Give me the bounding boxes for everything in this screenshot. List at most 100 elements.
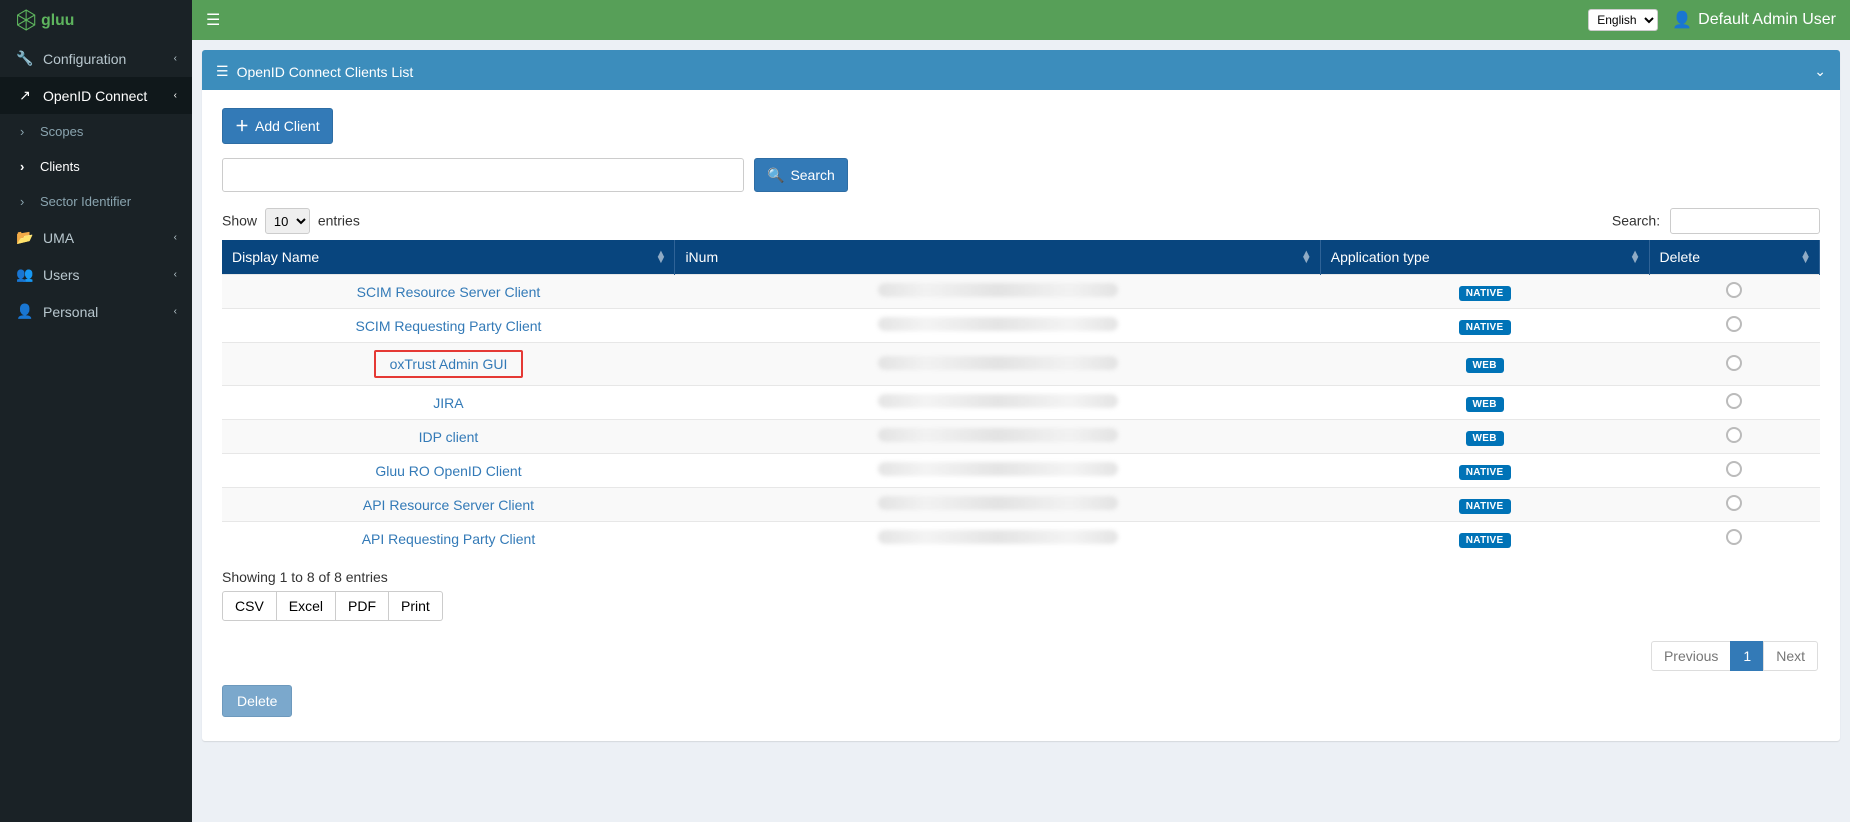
search-button[interactable]: 🔍 Search bbox=[754, 158, 848, 192]
table-filter-input[interactable] bbox=[1670, 208, 1820, 234]
delete-radio[interactable] bbox=[1726, 529, 1742, 545]
export-excel-button[interactable]: Excel bbox=[277, 591, 336, 621]
sidebar-subitem-sector-identifier[interactable]: › Sector Identifier bbox=[0, 184, 192, 219]
gluu-logo-icon: gluu bbox=[14, 7, 114, 33]
table-row: IDP client WEB bbox=[222, 420, 1820, 454]
length-select[interactable]: 10 bbox=[265, 208, 310, 234]
sidebar-item-users[interactable]: 👥 Users ‹ bbox=[0, 256, 192, 293]
table-info: Showing 1 to 8 of 8 entries bbox=[222, 569, 1820, 585]
chevron-right-icon: › bbox=[20, 194, 34, 209]
table-row: SCIM Requesting Party Client NATIVE bbox=[222, 309, 1820, 343]
logo: gluu bbox=[0, 0, 192, 40]
app-type-badge: NATIVE bbox=[1459, 533, 1511, 548]
sort-icon: ▲▼ bbox=[1800, 251, 1811, 263]
inum-redacted bbox=[878, 283, 1118, 297]
table-row: oxTrust Admin GUI WEB bbox=[222, 343, 1820, 386]
sidebar-subitem-label: Sector Identifier bbox=[40, 194, 131, 209]
paginate-previous[interactable]: Previous bbox=[1651, 641, 1731, 671]
delete-radio[interactable] bbox=[1726, 461, 1742, 477]
sidebar-item-personal[interactable]: 👤 Personal ‹ bbox=[0, 293, 192, 330]
client-link[interactable]: API Resource Server Client bbox=[363, 497, 534, 513]
menu-toggle-icon[interactable]: ☰ bbox=[206, 10, 220, 30]
table-row: API Requesting Party Client NATIVE bbox=[222, 522, 1820, 556]
sidebar-item-label: Configuration bbox=[43, 51, 126, 67]
inum-redacted bbox=[878, 356, 1118, 370]
table-row: API Resource Server Client NATIVE bbox=[222, 488, 1820, 522]
app-type-badge: WEB bbox=[1466, 431, 1504, 446]
col-header-delete[interactable]: Delete ▲▼ bbox=[1649, 240, 1819, 275]
client-link[interactable]: SCIM Resource Server Client bbox=[357, 284, 541, 300]
sidebar: gluu 🔧 Configuration ‹ ↗ OpenID Connect … bbox=[0, 0, 192, 822]
client-search-input[interactable] bbox=[222, 158, 744, 192]
user-icon: 👤 bbox=[1672, 10, 1692, 30]
delete-radio[interactable] bbox=[1726, 495, 1742, 511]
col-header-display-name[interactable]: Display Name ▲▼ bbox=[222, 240, 675, 275]
export-print-button[interactable]: Print bbox=[389, 591, 443, 621]
list-icon: ☰ bbox=[216, 63, 229, 80]
table-row: JIRA WEB bbox=[222, 386, 1820, 420]
client-link[interactable]: Gluu RO OpenID Client bbox=[375, 463, 521, 479]
sidebar-item-label: OpenID Connect bbox=[43, 88, 147, 104]
app-type-badge: NATIVE bbox=[1459, 286, 1511, 301]
topbar: ☰ English 👤 Default Admin User bbox=[192, 0, 1850, 40]
delete-radio[interactable] bbox=[1726, 393, 1742, 409]
export-csv-button[interactable]: CSV bbox=[222, 591, 277, 621]
sidebar-item-label: Users bbox=[43, 267, 80, 283]
export-pdf-button[interactable]: PDF bbox=[336, 591, 389, 621]
sidebar-item-openid-connect[interactable]: ↗ OpenID Connect ‹ bbox=[0, 77, 192, 114]
folder-open-icon: 📂 bbox=[15, 229, 35, 246]
sidebar-item-uma[interactable]: 📂 UMA ‹ bbox=[0, 219, 192, 256]
external-link-icon: ↗ bbox=[15, 87, 35, 104]
paginate-next[interactable]: Next bbox=[1763, 641, 1818, 671]
wrench-icon: 🔧 bbox=[15, 50, 35, 67]
client-link[interactable]: IDP client bbox=[419, 429, 479, 445]
sort-icon: ▲▼ bbox=[1630, 251, 1641, 263]
client-link[interactable]: API Requesting Party Client bbox=[362, 531, 536, 547]
clients-table: Display Name ▲▼ iNum ▲▼ Application type… bbox=[222, 240, 1820, 555]
sidebar-subitem-scopes[interactable]: › Scopes bbox=[0, 114, 192, 149]
table-row: Gluu RO OpenID ClientNATIVE bbox=[222, 454, 1820, 488]
add-client-button[interactable]: ＋ Add Client bbox=[222, 108, 333, 144]
chevron-left-icon: ‹ bbox=[174, 232, 177, 243]
panel-title: OpenID Connect Clients List bbox=[237, 64, 414, 80]
svg-text:gluu: gluu bbox=[41, 12, 74, 29]
app-type-badge: WEB bbox=[1466, 358, 1504, 373]
plus-icon: ＋ bbox=[235, 116, 249, 136]
sidebar-item-label: UMA bbox=[43, 230, 74, 246]
client-link[interactable]: SCIM Requesting Party Client bbox=[355, 318, 541, 334]
clients-panel: ☰ OpenID Connect Clients List ⌄ ＋ Add Cl… bbox=[202, 50, 1840, 741]
app-type-badge: NATIVE bbox=[1459, 499, 1511, 514]
inum-redacted bbox=[878, 428, 1118, 442]
sidebar-subitem-clients[interactable]: › Clients bbox=[0, 149, 192, 184]
chevron-left-icon: ‹ bbox=[174, 306, 177, 317]
sidebar-subitem-label: Scopes bbox=[40, 124, 83, 139]
delete-radio[interactable] bbox=[1726, 316, 1742, 332]
chevron-right-icon: › bbox=[20, 124, 34, 139]
panel-collapse-icon[interactable]: ⌄ bbox=[1814, 63, 1826, 80]
app-type-badge: NATIVE bbox=[1459, 320, 1511, 335]
inum-redacted bbox=[878, 462, 1118, 476]
delete-selected-button[interactable]: Delete bbox=[222, 685, 292, 717]
chevron-left-icon: ‹ bbox=[174, 269, 177, 280]
col-header-app-type[interactable]: Application type ▲▼ bbox=[1320, 240, 1649, 275]
panel-header: ☰ OpenID Connect Clients List ⌄ bbox=[202, 53, 1840, 90]
sort-icon: ▲▼ bbox=[656, 251, 667, 263]
paginate-page-1[interactable]: 1 bbox=[1730, 641, 1764, 671]
delete-radio[interactable] bbox=[1726, 355, 1742, 371]
col-header-inum[interactable]: iNum ▲▼ bbox=[675, 240, 1320, 275]
delete-radio[interactable] bbox=[1726, 427, 1742, 443]
delete-radio[interactable] bbox=[1726, 282, 1742, 298]
table-row: SCIM Resource Server Client NATIVE bbox=[222, 275, 1820, 309]
users-icon: 👥 bbox=[15, 266, 35, 283]
current-user-label[interactable]: 👤 Default Admin User bbox=[1672, 10, 1836, 30]
sidebar-item-configuration[interactable]: 🔧 Configuration ‹ bbox=[0, 40, 192, 77]
sort-icon: ▲▼ bbox=[1301, 251, 1312, 263]
language-select[interactable]: English bbox=[1588, 9, 1658, 31]
inum-redacted bbox=[878, 317, 1118, 331]
client-link[interactable]: JIRA bbox=[433, 395, 463, 411]
user-icon: 👤 bbox=[15, 303, 35, 320]
client-link[interactable]: oxTrust Admin GUI bbox=[390, 356, 508, 372]
chevron-left-icon: ‹ bbox=[174, 90, 177, 101]
length-control: Show 10 entries bbox=[222, 208, 360, 234]
app-type-badge: WEB bbox=[1466, 397, 1504, 412]
